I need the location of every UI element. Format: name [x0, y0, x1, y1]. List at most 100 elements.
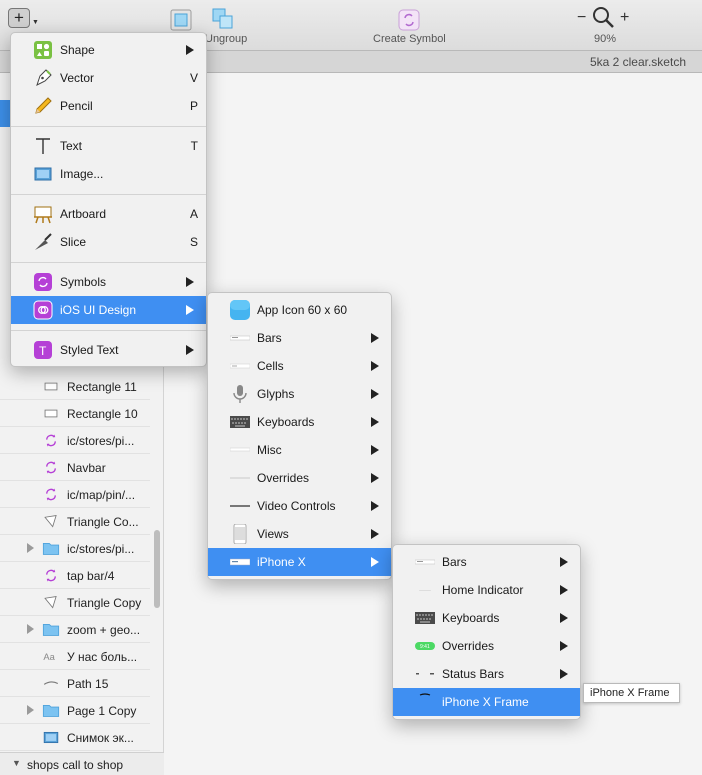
path-icon — [42, 675, 60, 692]
layer-row[interactable]: ic/stores/pi... — [0, 427, 150, 454]
layer-row[interactable]: tap bar/4 — [0, 562, 150, 589]
layer-name: У нас боль... — [67, 650, 138, 664]
submenu-arrow-icon — [186, 305, 194, 315]
layer-row[interactable]: Navbar — [0, 454, 150, 481]
menu-item-text[interactable]: Text T — [11, 132, 206, 160]
layer-name: ic/map/pin/... — [67, 488, 136, 502]
create-symbol-icon[interactable] — [398, 9, 420, 31]
layer-name: Triangle Co... — [67, 515, 139, 529]
menu-item-artboard[interactable]: Artboard A — [11, 200, 206, 228]
menu-item-vector[interactable]: Vector V — [11, 64, 206, 92]
create-symbol-label: Create Symbol — [373, 33, 446, 45]
keyboard-shortcut: A — [189, 207, 198, 221]
menu-item-keyboards[interactable]: Keyboards — [393, 604, 580, 632]
menu-item-misc[interactable]: Misc — [208, 436, 391, 464]
zoom-in-button[interactable]: + — [620, 9, 629, 27]
menu-item-home-indicator[interactable]: Home Indicator — [393, 576, 580, 604]
menu-separator — [11, 262, 206, 263]
disclosure-triangle-icon[interactable] — [27, 624, 34, 634]
submenu-arrow-icon — [371, 389, 379, 399]
layer-row[interactable]: Aa У нас боль... — [0, 643, 150, 670]
menu-item-bars[interactable]: Bars — [208, 324, 391, 352]
layer-row[interactable]: Path 15 — [0, 670, 150, 697]
layer-row[interactable]: Rectangle 11 — [0, 373, 150, 400]
layer-name: Navbar — [67, 461, 106, 475]
submenu-arrow-icon — [560, 669, 568, 679]
menu-item-label: Shape — [60, 43, 95, 57]
layers-scrollbar[interactable] — [154, 530, 160, 608]
bars-thumbnail-icon — [414, 552, 436, 572]
layer-row[interactable]: ic/stores/pi... — [0, 535, 150, 562]
layer-row[interactable]: Triangle Co... — [0, 508, 150, 535]
iphone-x-submenu: Bars Home Indicator Keyboards 9:41 Overrides… — [392, 544, 581, 720]
zoom-out-button[interactable]: − — [577, 9, 586, 27]
submenu-arrow-icon — [186, 345, 194, 355]
menu-item-slice[interactable]: Slice S — [11, 228, 206, 256]
menu-item-label: Overrides — [257, 471, 310, 485]
menu-item-overrides[interactable]: 9:41 Overrides — [393, 632, 580, 660]
ungroup-icon[interactable] — [212, 8, 234, 30]
layer-row[interactable]: Triangle Copy — [0, 589, 150, 616]
menu-item-image[interactable]: Image... — [11, 160, 206, 188]
layer-row[interactable]: ic/map/pin/... — [0, 481, 150, 508]
layer-row[interactable]: Снимок эк... — [0, 724, 150, 751]
layer-name: Path 15 — [67, 677, 109, 691]
zoom-level: 90% — [594, 33, 617, 45]
menu-item-label: Misc — [257, 443, 282, 457]
svg-text:Aa: Aa — [43, 652, 55, 662]
menu-item-glyphs[interactable]: Glyphs — [208, 380, 391, 408]
disclosure-triangle-icon[interactable] — [27, 705, 34, 715]
layer-name: Rectangle 11 — [67, 380, 137, 394]
menu-item-pencil[interactable]: Pencil P — [11, 92, 206, 120]
layer-row[interactable]: Page 1 Copy — [0, 697, 150, 724]
menu-item-views[interactable]: Views — [208, 520, 391, 548]
menu-item-video-controls[interactable]: Video Controls — [208, 492, 391, 520]
menu-item-label: Bars — [257, 331, 282, 345]
menu-item-overrides[interactable]: Overrides — [208, 464, 391, 492]
submenu-arrow-icon — [560, 641, 568, 651]
disclosure-triangle-icon[interactable] — [27, 543, 34, 553]
selected-layer-highlight — [0, 100, 10, 127]
ios-ui-design-icon — [33, 300, 53, 320]
submenu-arrow-icon — [186, 277, 194, 287]
shape-icon — [33, 40, 53, 60]
menu-item-iphone-x-frame[interactable]: iPhone X Frame — [393, 688, 580, 716]
keyboard-shortcut: T — [190, 139, 198, 153]
layer-name: ic/stores/pi... — [67, 542, 135, 556]
menu-item-label: Keyboards — [257, 415, 315, 429]
menu-item-iphone-x[interactable]: iPhone X — [208, 548, 391, 576]
layer-name: zoom + geo... — [67, 623, 141, 637]
menu-item-bars[interactable]: Bars — [393, 548, 580, 576]
insert-button[interactable]: + — [8, 8, 30, 28]
menu-item-symbols[interactable]: Symbols — [11, 268, 206, 296]
layer-footer-row[interactable]: ▼ shops call to shop — [0, 752, 164, 775]
video-controls-icon — [230, 496, 250, 516]
layer-row[interactable]: zoom + geo... — [0, 616, 150, 643]
status-bar-icon — [415, 664, 435, 684]
symbol-icon — [42, 459, 60, 476]
menu-item-label: Vector — [60, 71, 95, 85]
group-icon[interactable] — [170, 9, 192, 31]
chevron-down-icon[interactable]: ▼ — [12, 758, 21, 768]
zoom-magnifier-icon[interactable] — [592, 6, 614, 28]
menu-item-shape[interactable]: Shape — [11, 36, 206, 64]
menu-item-label: Slice — [60, 235, 87, 249]
submenu-arrow-icon — [371, 445, 379, 455]
menu-item-cells[interactable]: Cells — [208, 352, 391, 380]
menu-item-status-bars[interactable]: Status Bars — [393, 660, 580, 688]
menu-item-label: Video Controls — [257, 499, 336, 513]
menu-item-keyboards[interactable]: Keyboards — [208, 408, 391, 436]
app-icon-thumbnail — [230, 300, 250, 320]
pencil-icon — [33, 96, 53, 116]
menu-item-styled-text[interactable]: T Styled Text — [11, 336, 206, 364]
menu-item-ios-ui-design[interactable]: iOS UI Design — [11, 296, 206, 324]
menu-item-app-icon-60-x-60[interactable]: App Icon 60 x 60 — [208, 296, 391, 324]
microphone-icon — [230, 384, 250, 404]
svg-text:9:41: 9:41 — [420, 644, 430, 650]
layer-name: Triangle Copy — [67, 596, 142, 610]
chevron-down-icon[interactable]: ▼ — [32, 19, 39, 26]
menu-item-label: Overrides — [442, 639, 495, 653]
menu-item-label: iOS UI Design — [60, 303, 137, 317]
layer-row[interactable]: Rectangle 10 — [0, 400, 150, 427]
artboard-icon — [33, 204, 53, 224]
